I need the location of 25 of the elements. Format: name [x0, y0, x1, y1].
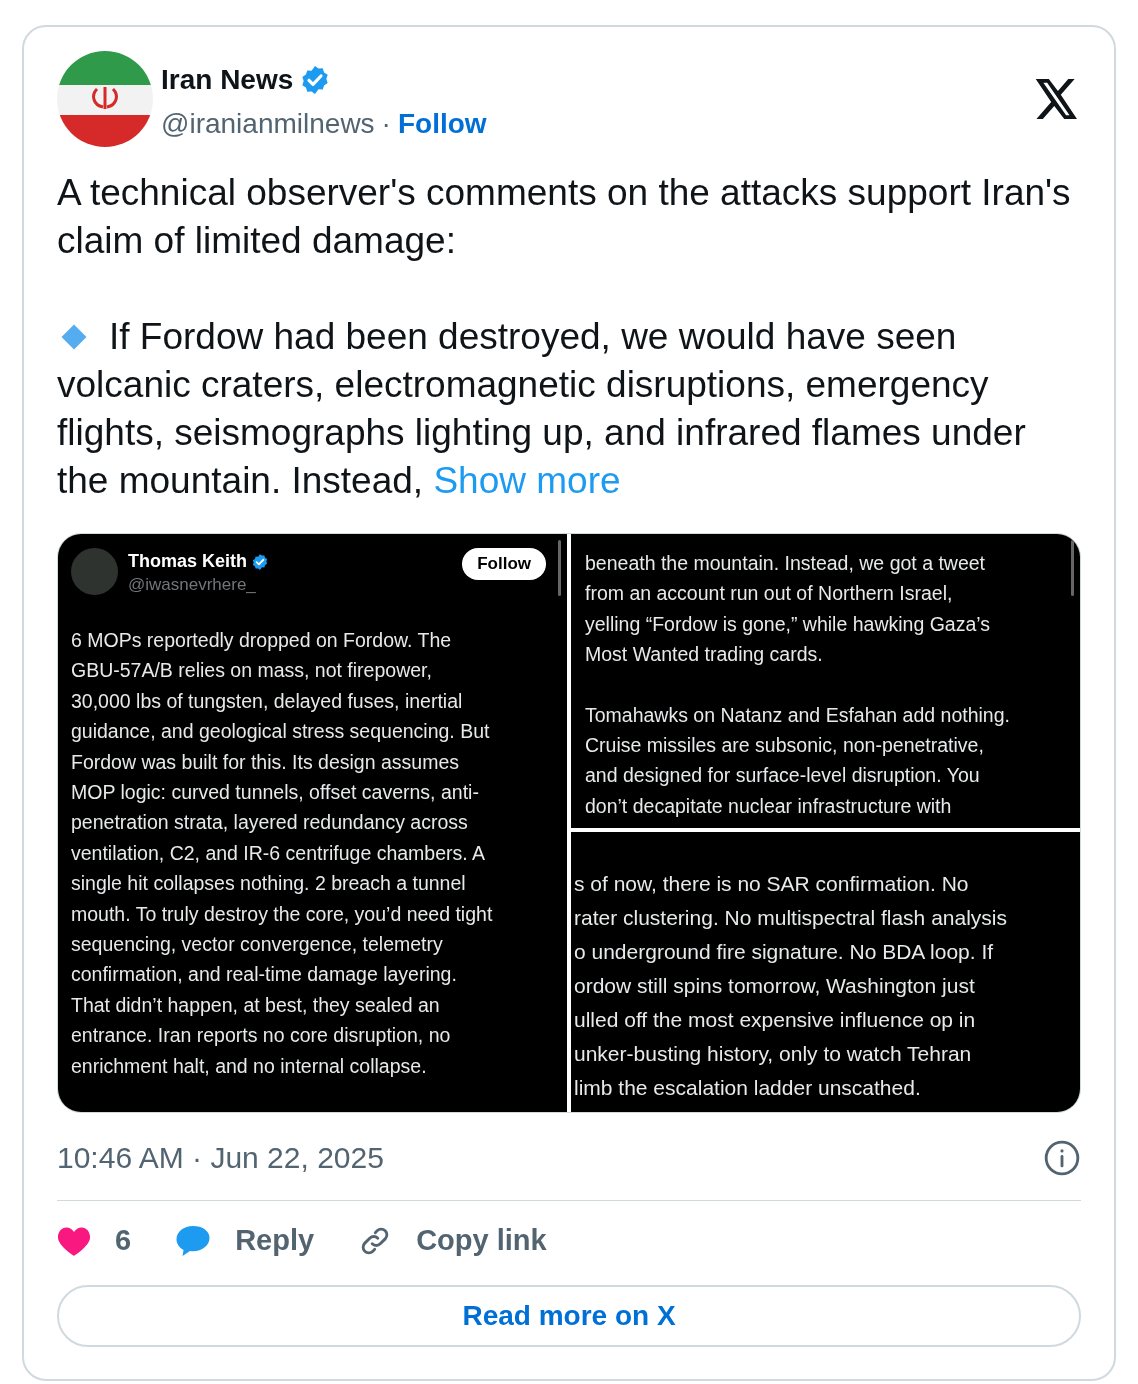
screenshot-paragraph: s of now, there is no SAR confirmation. No rater clustering. No multispectral flash analysis o underground fire signature. No BDA loop. If ordow still spins tomorrow, Washington just ulled off the most expensive influence op in unker-busting history, only to watch Tehran limb the escalation ladder unscathed. [574, 871, 1008, 1102]
timestamp[interactable]: 10:46 AM · Jun 22, 2025 [57, 1135, 384, 1180]
like-button[interactable]: 6 [57, 1219, 132, 1263]
read-more-button[interactable]: Read more on X [57, 1284, 1081, 1347]
author-name[interactable]: Iran News [161, 59, 294, 101]
speech-bubble-icon [175, 1223, 212, 1258]
author-handle[interactable]: @iranianmilnews [161, 103, 375, 145]
reply-button[interactable]: Reply [175, 1219, 315, 1263]
scrollbar [558, 540, 561, 596]
screenshot-paragraph: beneath the mountain. Instead, we got a tweet from an account run out of Northern Israel, yelling “Fordow is gone,” while hawking Gaza’s Most Wanted trading cards. [585, 551, 991, 668]
scrollbar [1071, 540, 1074, 596]
screenshot-paragraph: 6 MOPs reportedly dropped on Fordow. The GBU-57A/B relies on mass, not firepower, 30,000 lbs of tungsten, delayed fuses, inertial guidance, and geological stress sequencing. But Fordow was built for this. Its design assumes MOP logic: curved tunnels, offset caverns, anti- penetration strata, layered redundancy across ventilation, C2, and IR-6 centrifuge chambers. A single hit collapses nothing. 2 breach a tunnel mouth. To truly destroy the core, you’d need tight sequencing, vector convergence, telemetry confirmation, and real-time damage layering. That didn’t happen, at best, they sealed an entrance. Iran reports no core disruption, no enrichment halt, and no internal collapse. [71, 628, 494, 1079]
follow-link[interactable]: Follow [397, 103, 487, 145]
author-name: Thomas Keith [128, 550, 247, 573]
author-handle: @iwasnevrhere_ [128, 575, 257, 595]
screenshot-paragraph: Tomahawks on Natanz and Esfahan add nothing. Cruise missiles are subsonic, non-penetrative, and designed for surface-level disruption. You don’t decapitate nuclear infrastructure with [585, 702, 1011, 819]
post-text: A technical observer's comments on the attacks support Iran's claim of limited damage: [57, 171, 1072, 263]
avatar [71, 548, 118, 595]
info-icon[interactable] [1043, 1138, 1081, 1177]
x-logo-icon[interactable] [1035, 79, 1079, 119]
copy-link-button[interactable]: Copy link [358, 1219, 547, 1263]
separator-dot: · [381, 107, 391, 141]
heart-icon [57, 1225, 91, 1256]
follow-button[interactable]: Follow [462, 548, 546, 580]
post-text: If Fordow had been destroyed, we would have seen volcanic craters, electromagnetic disruptions, emergency flights, seismographs lighting up, and infrared flames under the mountain. Instead, Show more [57, 315, 1027, 503]
